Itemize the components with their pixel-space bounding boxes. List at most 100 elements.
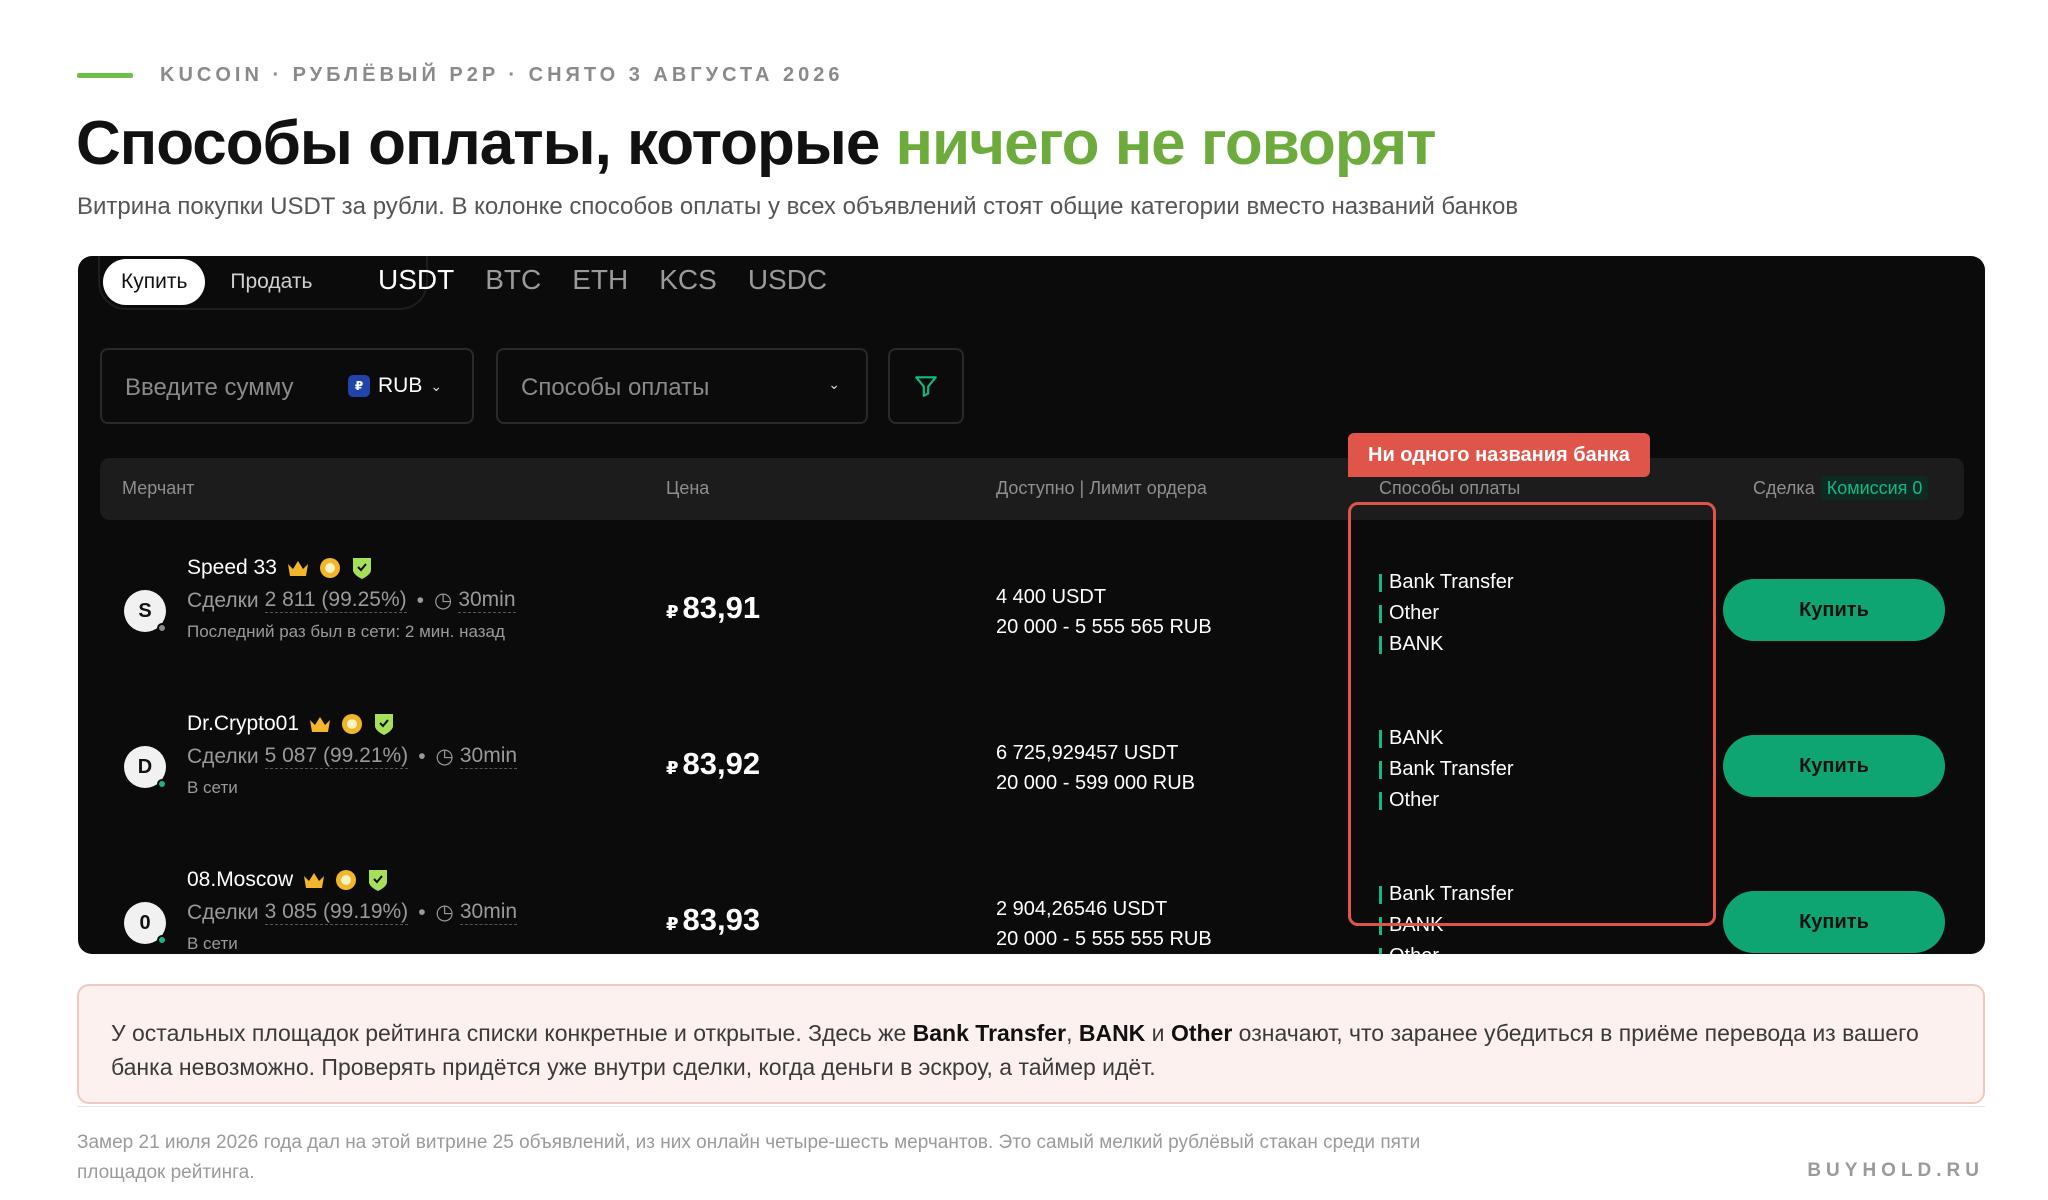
payment-method-select[interactable]: Способы оплаты ⌄: [496, 348, 868, 424]
brand-logo-text: BUYHOLD.RU: [1807, 1160, 1984, 1181]
eyebrow: KUCOIN · РУБЛЁВЫЙ P2P · СНЯТО 3 АВГУСТА …: [77, 62, 843, 88]
avatar-initial: S: [138, 599, 152, 622]
header-payment-methods: Способы оплаты: [1379, 478, 1521, 498]
merchant-stats: Сделки 5 087 (99.21%) • ◷ 30min: [187, 744, 518, 769]
payment-time[interactable]: 30min: [459, 900, 518, 925]
ruble-symbol: ₽: [666, 914, 679, 934]
payment-time[interactable]: 30min: [459, 744, 518, 769]
verified-shield-icon: [352, 558, 371, 579]
separator-dot: •: [416, 588, 424, 612]
buy-button[interactable]: Купить: [1723, 735, 1945, 797]
merchant-status: В сети: [187, 934, 238, 953]
avatar[interactable]: 0: [124, 902, 167, 945]
header-deal-label: Сделка: [1753, 478, 1815, 498]
callout-note: У остальных площадок рейтинга списки кон…: [77, 984, 1985, 1104]
title-accent: ничего не говорят: [895, 109, 1437, 178]
avatar[interactable]: S: [124, 590, 167, 633]
merchant-stats: Сделки 2 811 (99.25%) • ◷ 30min: [187, 588, 516, 613]
amount-placeholder: Введите сумму: [125, 374, 294, 401]
merchant-name-line: 08.Moscow: [187, 868, 389, 892]
merchant-name[interactable]: Dr.Crypto01: [187, 712, 299, 736]
sell-tab[interactable]: Продать: [212, 259, 330, 305]
buy-button[interactable]: Купить: [1723, 579, 1945, 641]
coin-tab-usdc[interactable]: USDC: [748, 264, 827, 296]
crown-icon: [287, 561, 308, 576]
price-value: 83,91: [682, 590, 761, 625]
online-status-dot: [157, 935, 167, 945]
merchant-name-line: Dr.Crypto01: [187, 712, 395, 736]
order-limit: 20 000 - 5 555 555 RUB: [996, 928, 1212, 950]
fee-badge: Комиссия 0: [1820, 476, 1929, 500]
availability: 2 904,26546 USDT 20 000 - 5 555 555 RUB: [996, 894, 1212, 954]
offline-status-dot: [157, 623, 167, 633]
merchant-name[interactable]: 08.Moscow: [187, 868, 293, 892]
coin-tab-kcs[interactable]: KCS: [659, 264, 717, 296]
medal-icon: [319, 558, 340, 578]
avatar-initial: D: [137, 755, 153, 778]
availability: 6 725,929457 USDT 20 000 - 599 000 RUB: [996, 738, 1195, 798]
clock-icon: ◷: [433, 589, 453, 612]
buy-button[interactable]: Купить: [1723, 891, 1945, 953]
avatar[interactable]: D: [124, 746, 167, 789]
payment-method: Other: [1379, 941, 1514, 954]
clock-icon: ◷: [435, 901, 454, 924]
payment-time[interactable]: 30min: [458, 588, 516, 613]
page-subtitle: Витрина покупки USDT за рубли. В колонке…: [77, 193, 1519, 220]
price-value: 83,93: [682, 902, 761, 937]
buy-tab[interactable]: Купить: [103, 259, 206, 305]
price: ₽83,93: [666, 902, 760, 938]
deals-count[interactable]: 2 811 (99.25%): [264, 588, 407, 613]
header-merchant: Мерчант: [122, 478, 195, 498]
note-term-other: Other: [1170, 1020, 1233, 1046]
available-amount: 2 904,26546 USDT: [996, 898, 1168, 920]
header-price: Цена: [666, 478, 710, 498]
deals-label: Сделки: [187, 588, 259, 612]
deals-count[interactable]: 5 087 (99.21%): [264, 744, 409, 769]
crown-icon: [310, 717, 331, 732]
merchant-name[interactable]: Speed 33: [187, 556, 277, 580]
verified-shield-icon: [375, 714, 394, 735]
eyebrow-accent-bar: [77, 72, 133, 78]
deals-label: Сделки: [187, 900, 259, 924]
divider: [77, 1106, 1985, 1107]
availability: 4 400 USDT 20 000 - 5 555 565 RUB: [996, 582, 1212, 642]
deals-count[interactable]: 3 085 (99.19%): [264, 900, 409, 925]
merchant-status: В сети: [187, 778, 238, 797]
merchant-stats: Сделки 3 085 (99.19%) • ◷ 30min: [187, 900, 518, 925]
rub-currency-icon: ₽: [348, 375, 370, 397]
separator-dot: •: [418, 900, 426, 924]
header-available: Доступно | Лимит ордера: [996, 478, 1207, 498]
currency-select[interactable]: ₽ RUB ⌄: [348, 374, 442, 398]
annotation-highlight-box: [1348, 502, 1716, 926]
clock-icon: ◷: [435, 745, 454, 768]
page-title: Способы оплаты, которые ничего не говоря…: [76, 108, 1436, 179]
merchant-status: Последний раз был в сети: 2 мин. назад: [187, 622, 505, 641]
funnel-icon: [915, 376, 937, 397]
payment-method-marker: [1379, 947, 1382, 954]
separator-dot: •: [418, 744, 426, 768]
avatar-initial: 0: [139, 911, 151, 934]
online-status-dot: [157, 779, 167, 789]
price: ₽83,91: [666, 590, 760, 626]
payment-method-placeholder: Способы оплаты: [521, 374, 710, 401]
coin-tab-btc[interactable]: BTC: [485, 264, 541, 296]
coin-tab-usdt[interactable]: USDT: [378, 264, 454, 296]
price: ₽83,92: [666, 746, 760, 782]
price-value: 83,92: [682, 746, 761, 781]
eyebrow-text: KUCOIN · РУБЛЁВЫЙ P2P · СНЯТО 3 АВГУСТА …: [160, 63, 844, 86]
merchant-name-line: Speed 33: [187, 556, 373, 580]
coin-tabs: USDT BTC ETH KCS USDC: [378, 264, 827, 296]
currency-label: RUB: [378, 374, 423, 397]
title-main: Способы оплаты, которые: [76, 109, 896, 178]
medal-icon: [336, 870, 357, 890]
verified-shield-icon: [369, 870, 388, 891]
footnote: Замер 21 июля 2026 года дал на этой витр…: [77, 1132, 1421, 1183]
available-amount: 6 725,929457 USDT: [996, 742, 1179, 764]
filter-button[interactable]: [888, 348, 964, 424]
chevron-down-icon: ⌄: [430, 377, 443, 394]
available-amount: 4 400 USDT: [996, 586, 1107, 608]
coin-tab-eth[interactable]: ETH: [572, 264, 628, 296]
note-comma: ,: [1066, 1020, 1079, 1046]
medal-icon: [342, 714, 363, 734]
amount-input[interactable]: Введите сумму ₽ RUB ⌄: [100, 348, 474, 424]
